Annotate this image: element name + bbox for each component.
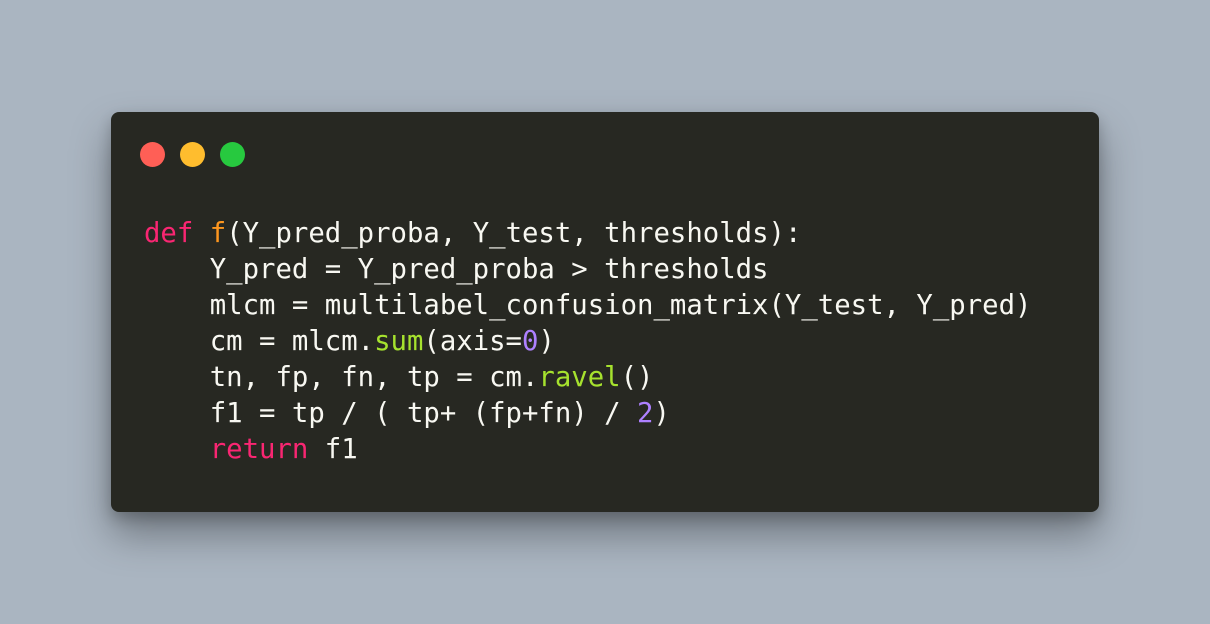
minimize-light-icon[interactable] bbox=[180, 142, 205, 167]
keyword-def: def bbox=[144, 218, 194, 249]
code-text: ) bbox=[653, 398, 670, 429]
keyword-return: return bbox=[209, 434, 309, 465]
code-text: cm = mlcm. bbox=[144, 326, 375, 357]
code-text: (axis= bbox=[423, 326, 522, 357]
number-literal: 2 bbox=[637, 398, 654, 429]
method-call-sum: sum bbox=[374, 326, 424, 357]
window-controls bbox=[140, 142, 245, 167]
function-params: (Y_pred_proba, Y_test, thresholds): bbox=[226, 218, 802, 249]
code-line-3: mlcm = multilabel_confusion_matrix(Y_tes… bbox=[144, 288, 1032, 324]
code-line-1: def f(Y_pred_proba, Y_test, thresholds): bbox=[144, 216, 1031, 252]
number-literal: 0 bbox=[522, 326, 539, 357]
code-block: def f(Y_pred_proba, Y_test, thresholds):… bbox=[144, 216, 1031, 468]
code-line-2: Y_pred = Y_pred_proba > thresholds bbox=[144, 252, 1031, 288]
code-line-4: cm = mlcm.sum(axis=0) bbox=[144, 324, 1031, 360]
code-window: def f(Y_pred_proba, Y_test, thresholds):… bbox=[111, 112, 1099, 512]
code-text: Y_pred = Y_pred_proba > thresholds bbox=[144, 254, 769, 285]
code-line-5: tn, fp, fn, tp = cm.ravel() bbox=[144, 360, 1031, 396]
code-text: tn, fp, fn, tp = cm. bbox=[144, 362, 539, 393]
code-line-7: return f1 bbox=[144, 432, 1031, 468]
code-line-6: f1 = tp / ( tp+ (fp+fn) / 2) bbox=[144, 396, 1031, 432]
code-text: f1 = tp / ( tp+ (fp+fn) / bbox=[144, 398, 638, 429]
code-text: mlcm = multilabel_confusion_matrix(Y_tes… bbox=[144, 290, 1032, 321]
close-light-icon[interactable] bbox=[140, 142, 165, 167]
method-call-ravel: ravel bbox=[538, 362, 621, 393]
maximize-light-icon[interactable] bbox=[220, 142, 245, 167]
code-text: f1 bbox=[308, 434, 358, 465]
function-name: f bbox=[209, 218, 227, 249]
code-text: () bbox=[620, 362, 654, 393]
code-text: ) bbox=[538, 326, 555, 357]
